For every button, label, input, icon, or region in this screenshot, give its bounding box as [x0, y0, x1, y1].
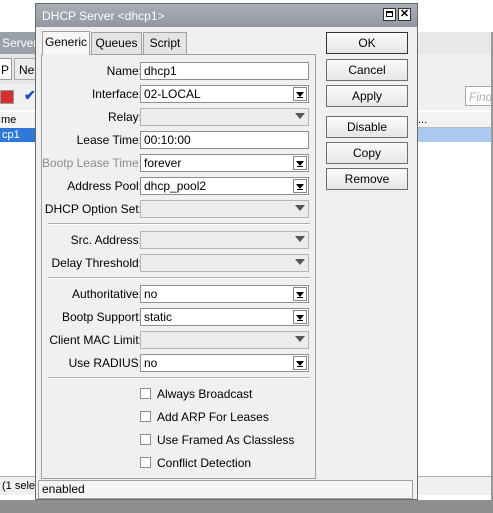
address-pool-row: Address Pool: dhcp_pool2 — [42, 177, 317, 195]
interface-select[interactable]: 02-LOCAL — [140, 85, 309, 103]
checkbox-box[interactable] — [140, 388, 151, 399]
use-radius-value: no — [144, 356, 158, 370]
dropdown-icon[interactable] — [293, 87, 307, 101]
use-radius-label: Use RADIUS: — [68, 356, 142, 370]
address-pool-label: Address Pool: — [67, 179, 142, 193]
authoritative-select[interactable]: no — [140, 285, 309, 303]
dropdown-icon[interactable] — [293, 179, 307, 193]
cancel-button[interactable]: Cancel — [326, 59, 408, 81]
interface-label: Interface: — [91, 87, 142, 101]
remove-button[interactable]: Remove — [326, 168, 408, 190]
tab-script[interactable]: Script — [143, 32, 187, 54]
client-mac-limit-field[interactable] — [140, 331, 309, 349]
background-window-title: Server — [0, 32, 38, 54]
column-header-more[interactable]: ... — [416, 112, 493, 128]
dhcp-option-set-field[interactable] — [140, 200, 309, 218]
dropdown-icon[interactable] — [293, 310, 307, 324]
name-field[interactable]: dhcp1 — [140, 62, 309, 80]
use-radius-row: Use RADIUS: no — [42, 354, 317, 372]
lease-time-row: Lease Time: 00:10:00 — [42, 131, 317, 149]
delay-threshold-field[interactable] — [140, 254, 309, 272]
dialog-status-bar: enabled — [38, 480, 413, 499]
always-broadcast-label: Always Broadcast — [157, 387, 253, 401]
dropdown-icon[interactable] — [293, 202, 307, 216]
relay-field[interactable] — [140, 108, 309, 126]
delay-threshold-label: Delay Threshold: — [51, 256, 143, 270]
table-row-selected[interactable]: cp1 — [0, 128, 38, 142]
apply-button[interactable]: Apply — [326, 85, 408, 107]
client-mac-limit-row: Client MAC Limit: — [42, 331, 317, 349]
dropdown-icon[interactable] — [293, 333, 307, 347]
add-arp-label: Add ARP For Leases — [157, 410, 269, 424]
background-status-bar-right — [416, 476, 493, 495]
address-pool-select[interactable]: dhcp_pool2 — [140, 177, 309, 195]
find-input[interactable]: Find — [465, 86, 493, 106]
background-tab-networks[interactable]: Net — [14, 58, 36, 80]
dhcp-server-dialog: DHCP Server <dhcp1> ✕ Generic Queues Scr… — [35, 3, 418, 500]
background-status-bar: (1 selec — [0, 476, 38, 495]
dialog-title: DHCP Server <dhcp1> — [42, 9, 165, 23]
delay-threshold-row: Delay Threshold: — [42, 254, 317, 272]
src-address-label: Src. Address: — [70, 233, 142, 247]
bootp-support-select[interactable]: static — [140, 308, 309, 326]
lease-time-field[interactable]: 00:10:00 — [140, 131, 309, 149]
divider — [48, 277, 310, 279]
bootp-support-label: Bootp Support: — [61, 310, 142, 324]
close-icon[interactable]: ✕ — [398, 8, 411, 21]
use-radius-select[interactable]: no — [140, 354, 309, 372]
interface-value: 02-LOCAL — [144, 87, 201, 101]
bootp-lease-time-select[interactable]: forever — [140, 154, 309, 172]
relay-label: Relay: — [107, 110, 142, 124]
enable-check-icon[interactable]: ✔ — [24, 87, 36, 104]
dropdown-icon[interactable] — [293, 156, 307, 170]
bootp-lease-time-value: forever — [144, 156, 182, 170]
interface-row: Interface: 02-LOCAL — [42, 85, 317, 103]
conflict-detection-label: Conflict Detection — [157, 456, 252, 470]
authoritative-row: Authoritative: no — [42, 285, 317, 303]
bootp-lease-time-label: Bootp Lease Time: — [41, 156, 142, 170]
bootp-support-value: static — [144, 310, 173, 324]
authoritative-label: Authoritative: — [71, 287, 142, 301]
ok-button[interactable]: OK — [326, 32, 408, 54]
remove-icon[interactable] — [0, 90, 14, 104]
tab-queues[interactable]: Queues — [91, 32, 142, 54]
dialog-titlebar[interactable]: DHCP Server <dhcp1> ✕ — [36, 4, 417, 27]
dhcp-option-set-row: DHCP Option Set: — [42, 200, 317, 218]
table-row-selected-right[interactable] — [416, 128, 493, 142]
background-tab-dhcp[interactable]: P — [0, 58, 12, 80]
address-pool-value: dhcp_pool2 — [144, 179, 207, 193]
checkbox-box[interactable] — [140, 457, 151, 468]
lease-time-label: Lease Time: — [76, 133, 142, 147]
dropdown-icon[interactable] — [293, 110, 307, 124]
copy-button[interactable]: Copy — [326, 142, 408, 164]
use-framed-label: Use Framed As Classless — [157, 433, 295, 447]
divider — [48, 223, 310, 225]
name-label: Name: — [106, 64, 142, 78]
src-address-row: Src. Address: — [42, 231, 317, 249]
background-title-right — [416, 32, 493, 54]
dropdown-icon[interactable] — [293, 356, 307, 370]
client-mac-limit-label: Client MAC Limit: — [49, 333, 142, 347]
relay-row: Relay: — [42, 108, 317, 126]
name-row: Name: dhcp1 — [42, 62, 317, 80]
bootp-support-row: Bootp Support: static — [42, 308, 317, 326]
dropdown-icon[interactable] — [293, 256, 307, 270]
divider — [48, 377, 310, 379]
bootp-lease-time-row: Bootp Lease Time: forever — [42, 154, 317, 172]
disable-button[interactable]: Disable — [326, 116, 408, 138]
column-header-name[interactable]: me — [0, 112, 37, 129]
tab-generic[interactable]: Generic — [42, 31, 90, 55]
dropdown-icon[interactable] — [293, 233, 307, 247]
generic-panel: Name: dhcp1 Interface: 02-LOCAL Relay: L… — [41, 54, 316, 479]
src-address-field[interactable] — [140, 231, 309, 249]
maximize-icon[interactable] — [383, 8, 396, 21]
checkbox-box[interactable] — [140, 411, 151, 422]
dhcp-option-set-label: DHCP Option Set: — [44, 202, 142, 216]
dropdown-icon[interactable] — [293, 287, 307, 301]
checkbox-box[interactable] — [140, 434, 151, 445]
authoritative-value: no — [144, 287, 158, 301]
taskbar — [0, 500, 493, 513]
